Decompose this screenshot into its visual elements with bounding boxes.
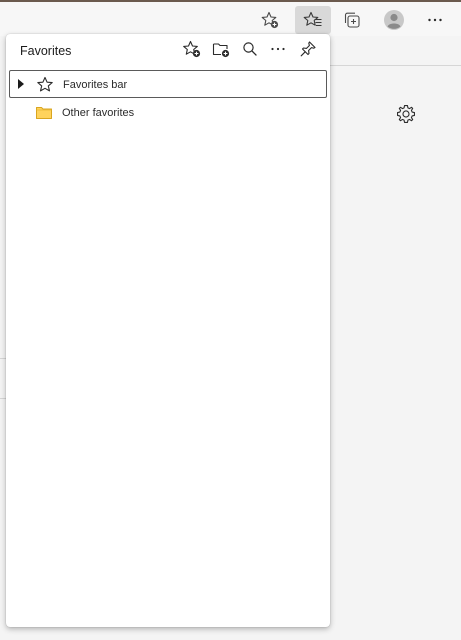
- more-icon: [425, 10, 445, 30]
- add-this-page-to-favorites-button[interactable]: [179, 39, 205, 63]
- page-settings-button[interactable]: [395, 103, 417, 125]
- page-divider: [330, 65, 461, 66]
- pin-icon: [299, 40, 317, 63]
- tree-item-favorites-bar[interactable]: Favorites bar: [9, 70, 327, 98]
- pin-favorites-button[interactable]: [295, 39, 321, 63]
- profile-button[interactable]: [376, 6, 412, 34]
- collections-icon: [342, 10, 362, 30]
- star-icon: [36, 76, 54, 93]
- search-favorites-button[interactable]: [237, 39, 263, 63]
- expand-caret-icon[interactable]: [18, 79, 24, 89]
- settings-and-more-button[interactable]: [417, 6, 453, 34]
- gear-icon: [395, 105, 417, 129]
- tree-item-label: Favorites bar: [63, 79, 128, 91]
- favorites-icon: [303, 10, 323, 30]
- add-favorite-icon: [260, 10, 280, 30]
- tree-item-label: Other favorites: [62, 107, 135, 119]
- more-options-icon: [269, 40, 287, 63]
- browser-toolbar: [0, 2, 461, 36]
- panel-title: Favorites: [20, 44, 72, 58]
- favorites-panel: Favorites Favorites bar Other favorites: [6, 34, 330, 627]
- add-this-page-to-favorites-icon: [182, 39, 202, 64]
- add-folder-button[interactable]: [208, 39, 234, 63]
- collections-button[interactable]: [334, 6, 370, 34]
- search-icon: [241, 40, 259, 63]
- add-folder-icon: [211, 39, 231, 64]
- more-options-button[interactable]: [265, 39, 291, 63]
- favorites-panel-header: Favorites: [6, 34, 330, 68]
- tree-item-other-favorites[interactable]: Other favorites: [9, 99, 327, 127]
- add-favorite-button[interactable]: [252, 6, 288, 34]
- profile-icon: [383, 9, 405, 31]
- folder-icon: [35, 104, 53, 121]
- favorites-button[interactable]: [295, 6, 331, 34]
- browser-window: Favorites Favorites bar Other favorites: [0, 0, 461, 640]
